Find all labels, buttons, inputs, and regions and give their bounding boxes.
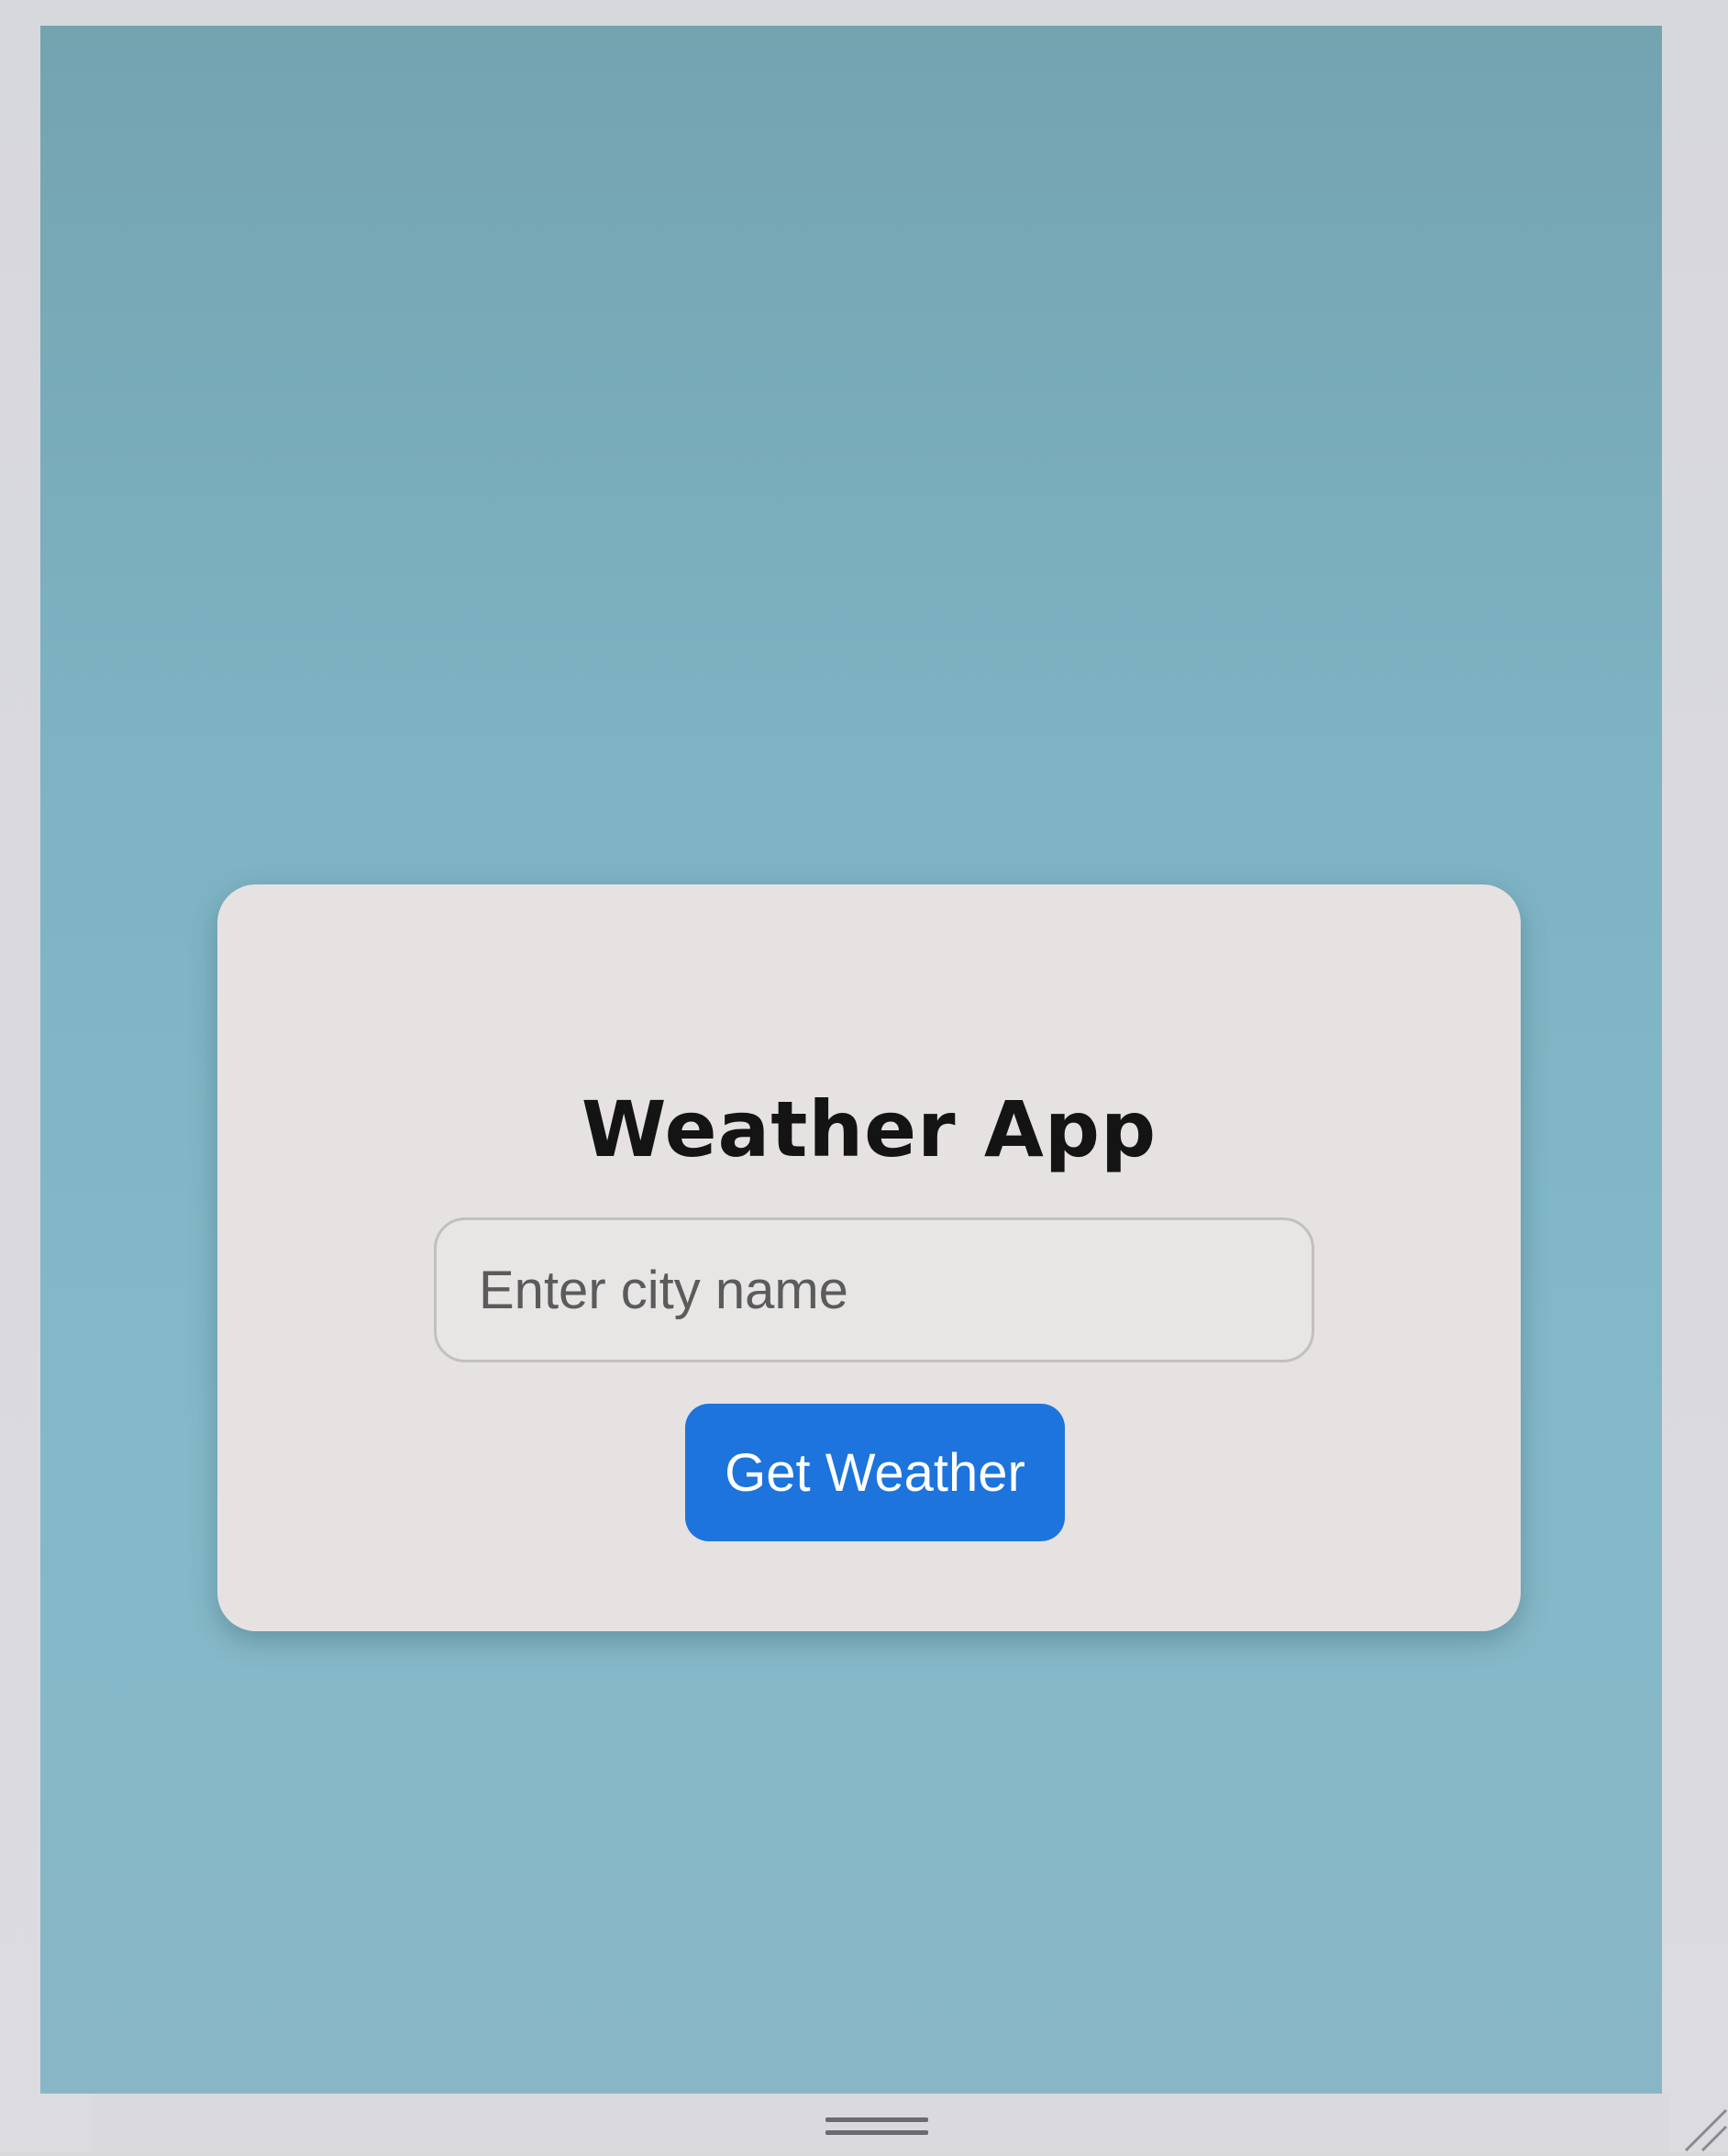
screen-frame: Weather App Get Weather: [0, 0, 1728, 2152]
handle-line: [825, 2130, 928, 2135]
resize-grip-icon[interactable]: [1678, 2101, 1728, 2152]
weather-card: Weather App Get Weather: [217, 884, 1521, 1631]
city-search-input[interactable]: [434, 1217, 1314, 1362]
drag-handle-icon[interactable]: [825, 2117, 928, 2136]
app-viewport: Weather App Get Weather: [40, 26, 1662, 2094]
page-title: Weather App: [581, 1084, 1158, 1174]
get-weather-button[interactable]: Get Weather: [685, 1404, 1065, 1541]
handle-line: [825, 2117, 928, 2122]
